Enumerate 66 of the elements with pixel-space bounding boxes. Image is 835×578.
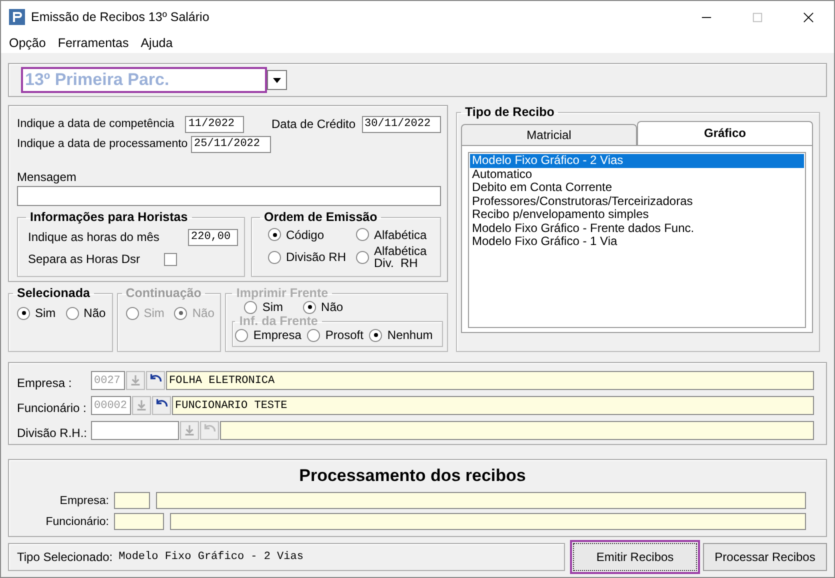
field-label: Separa as Horas Dsr [28,252,142,266]
radio-option[interactable]: Código [268,228,356,241]
action-button[interactable]: Emitir Recibos [573,543,697,571]
field-label: Empresa: [58,494,109,506]
tab[interactable]: Gráfico [637,121,813,145]
radio-option[interactable]: Alfabética [356,228,434,241]
radio-option[interactable]: Empresa [235,328,302,342]
field-label: Funcionário : [17,400,88,414]
group-title: Imprimir Frente [235,286,330,300]
menu-item[interactable]: Ferramentas [54,36,133,50]
input-field[interactable]: 220,00 [188,228,238,246]
name-field: FUNCIONARIO TESTE [172,396,814,415]
list-item[interactable]: Modelo Fixo Gráfico - 2 Vias [470,154,804,168]
radio-option[interactable]: Sim [17,306,56,320]
list-item[interactable]: Recibo p/envelopamento simples [470,208,804,222]
undo-icon[interactable] [152,396,171,415]
window-title: Emissão de Recibos 13º Salário [31,10,210,24]
input-field[interactable]: 11/2022 [185,116,244,132]
group-title: Ordem de Emissão [263,210,378,224]
field-label: Indique as horas do mês [28,230,160,244]
field-label: Data de Crédito [272,117,356,131]
menu-item[interactable]: Opção [5,36,50,50]
menu-item[interactable]: Ajuda [136,36,177,50]
field-label: Indique a data de competência [17,118,176,130]
group-title: Informações para Horistas [29,210,189,224]
list-item[interactable]: Professores/Construtoras/Terceirizadoras [470,194,804,208]
input-field[interactable]: 25/11/2022 [191,136,271,152]
radio-option[interactable]: Sim [244,300,284,314]
field-label: Divisão R.H.: [17,424,88,440]
maximize-icon[interactable] [752,12,763,22]
radio-option[interactable]: Prosoft [307,328,364,342]
input-field[interactable]: 30/11/2022 [362,116,441,132]
app-logo-icon [9,9,25,25]
tab[interactable]: Matricial [461,124,637,145]
radio-option: Sim [126,306,164,320]
group-title: Selecionada [16,286,91,300]
checkbox[interactable] [164,252,177,266]
download-icon[interactable] [180,421,199,440]
list-item[interactable]: Debito em Conta Corrente [470,181,804,194]
group-title: Inf. da Frente [238,314,319,328]
list-item[interactable]: Modelo Fixo Gráfico - Frente dados Func. [470,222,804,235]
action-button[interactable]: Processar Recibos [703,543,827,571]
code-field [114,492,150,509]
message-field[interactable] [17,186,441,206]
radio-option[interactable]: Nenhum [369,328,433,342]
field-label: Funcionário: [44,516,109,528]
list-item[interactable]: Modelo Fixo Gráfico - 1 Via [470,235,804,248]
radio-option[interactable]: Alfabética Div. RH [356,245,434,269]
code-field [114,513,164,530]
undo-icon[interactable] [146,371,165,390]
field-label: Indique a data de processamento [17,138,189,150]
code-field[interactable] [91,421,179,440]
name-field: FOLHA ELETRONICA [166,371,814,390]
field-label: Empresa : [17,374,73,390]
radio-option[interactable]: Não [303,300,344,314]
radio-option[interactable]: Divisão RH [268,245,356,269]
field-label: Mensagem [17,170,78,184]
status-value: Modelo Fixo Gráfico - 2 Vias [118,551,304,563]
group-title: Tipo de Recibo [464,105,556,119]
close-icon[interactable] [803,12,814,22]
list-item[interactable]: Automatico [470,168,804,181]
radio-option[interactable]: Não [66,306,106,320]
group-title: Continuação [124,286,202,300]
section-title: Processamento dos recibos [298,466,527,486]
radio-option: Não [174,306,214,320]
status-label: Tipo Selecionado: [17,550,113,564]
